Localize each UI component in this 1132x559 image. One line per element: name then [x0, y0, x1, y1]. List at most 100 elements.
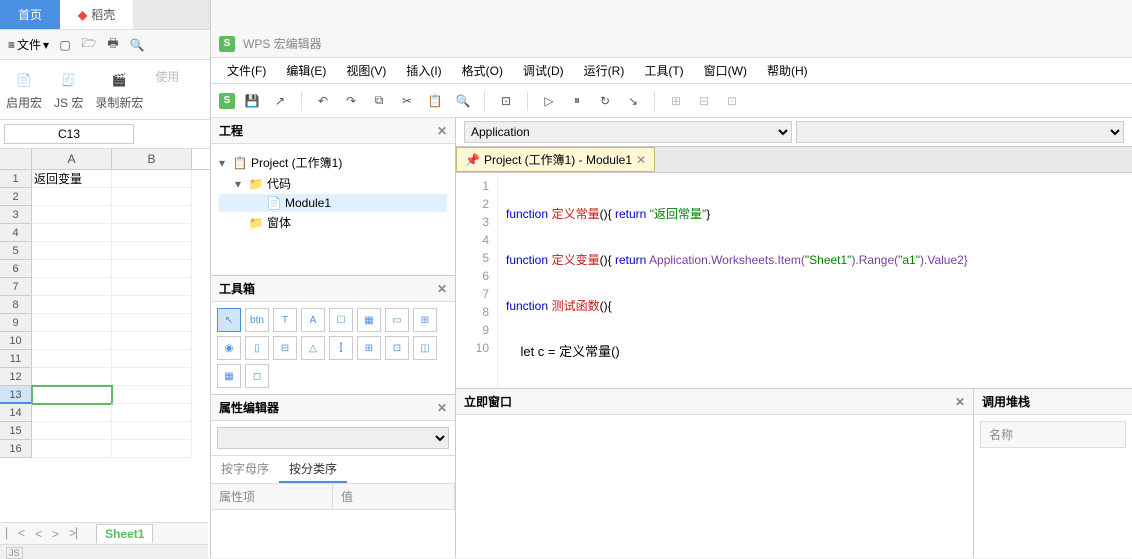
menu-run[interactable]: 运行(R): [576, 60, 633, 81]
paste-icon[interactable]: 📋: [424, 90, 446, 112]
find-icon[interactable]: 🔍: [452, 90, 474, 112]
toolbox-item[interactable]: ▦: [357, 308, 381, 332]
cell[interactable]: [32, 278, 112, 296]
cell[interactable]: [112, 368, 192, 386]
print-icon[interactable]: 🖶: [105, 37, 121, 53]
cell[interactable]: [32, 422, 112, 440]
tree-code-folder[interactable]: ▾ 📁 代码: [219, 173, 447, 194]
nav-last-icon[interactable]: >⎸: [67, 526, 90, 541]
toolbox-item[interactable]: ◻: [245, 364, 269, 388]
toolbox-close-icon[interactable]: ✕: [437, 282, 447, 296]
project-close-icon[interactable]: ✕: [437, 124, 447, 138]
js-macro-button[interactable]: 🧾 JS 宏: [54, 68, 83, 111]
prop-tab-alpha[interactable]: 按字母序: [211, 456, 279, 483]
cell[interactable]: [112, 422, 192, 440]
step-icon[interactable]: ↘: [622, 90, 644, 112]
cell[interactable]: [112, 260, 192, 278]
select-all-corner[interactable]: [0, 149, 32, 169]
cell[interactable]: [32, 386, 112, 404]
cell[interactable]: [112, 188, 192, 206]
cell[interactable]: [32, 440, 112, 458]
cell[interactable]: [32, 296, 112, 314]
cell[interactable]: [32, 260, 112, 278]
immediate-content[interactable]: [456, 415, 973, 558]
toolbox-item[interactable]: ▭: [385, 308, 409, 332]
use-button[interactable]: 使用: [155, 68, 179, 111]
toolbox-item[interactable]: ⊡: [385, 336, 409, 360]
toolbox-item[interactable]: ⊞: [357, 336, 381, 360]
cell[interactable]: 返回变量: [32, 170, 112, 188]
row-header[interactable]: 2: [0, 188, 32, 206]
code-lines[interactable]: function 定义常量(){ return "返回常量"} function…: [498, 173, 976, 388]
row-header[interactable]: 13: [0, 386, 32, 404]
enable-macro-button[interactable]: 📄 启用宏: [6, 68, 42, 111]
cell[interactable]: [112, 350, 192, 368]
cell[interactable]: [112, 386, 192, 404]
file-menu-button[interactable]: ≡ 文件 ▾: [8, 36, 49, 53]
cell-ref-input[interactable]: [4, 124, 134, 144]
cell[interactable]: [32, 404, 112, 422]
toolbox-item[interactable]: ⫿: [329, 336, 353, 360]
undo-icon[interactable]: ↶: [312, 90, 334, 112]
toolbox-item[interactable]: △: [301, 336, 325, 360]
docer-tab[interactable]: ◆ 稻壳: [60, 0, 133, 29]
cell[interactable]: [112, 170, 192, 188]
cell[interactable]: [32, 314, 112, 332]
row-header[interactable]: 5: [0, 242, 32, 260]
toolbox-item[interactable]: A: [301, 308, 325, 332]
row-header[interactable]: 14: [0, 404, 32, 422]
toolbox-item[interactable]: btn: [245, 308, 269, 332]
nav-first-icon[interactable]: ⎸<: [4, 526, 27, 541]
toolbox-item[interactable]: ☐: [329, 308, 353, 332]
toolbox-item[interactable]: ◉: [217, 336, 241, 360]
row-header[interactable]: 11: [0, 350, 32, 368]
tree-project-root[interactable]: ▾ 📋 Project (工作簿1): [219, 152, 447, 173]
preview-icon[interactable]: 🔍: [129, 37, 145, 53]
cell[interactable]: [112, 206, 192, 224]
code-editor[interactable]: 12345678910 function 定义常量(){ return "返回常…: [456, 173, 1132, 388]
row-header[interactable]: 6: [0, 260, 32, 278]
row-header[interactable]: 16: [0, 440, 32, 458]
cell[interactable]: [32, 332, 112, 350]
row-header[interactable]: 3: [0, 206, 32, 224]
cell[interactable]: [112, 314, 192, 332]
cell[interactable]: [32, 188, 112, 206]
row-header[interactable]: 4: [0, 224, 32, 242]
procedure-select[interactable]: [796, 121, 1124, 143]
layout1-icon[interactable]: ⊞: [665, 90, 687, 112]
export-icon[interactable]: ↗: [269, 90, 291, 112]
menu-insert[interactable]: 插入(I): [398, 60, 449, 81]
prop-tab-category[interactable]: 按分类序: [279, 456, 347, 483]
new-icon[interactable]: ▢: [57, 37, 73, 53]
cell[interactable]: [112, 224, 192, 242]
layout2-icon[interactable]: ⊟: [693, 90, 715, 112]
code-tab-close-icon[interactable]: ✕: [636, 153, 646, 167]
menu-tools[interactable]: 工具(T): [636, 60, 691, 81]
row-header[interactable]: 9: [0, 314, 32, 332]
spreadsheet-grid[interactable]: A B 1返回变量2345678910111213141516: [0, 149, 210, 458]
menu-help[interactable]: 帮助(H): [759, 60, 816, 81]
toolbox-item[interactable]: ▦: [217, 364, 241, 388]
menu-view[interactable]: 视图(V): [338, 60, 394, 81]
cell[interactable]: [112, 440, 192, 458]
object-select[interactable]: Application: [464, 121, 792, 143]
cell[interactable]: [32, 368, 112, 386]
layout3-icon[interactable]: ⊡: [721, 90, 743, 112]
prop-close-icon[interactable]: ✕: [437, 401, 447, 415]
row-header[interactable]: 8: [0, 296, 32, 314]
row-header[interactable]: 12: [0, 368, 32, 386]
cell[interactable]: [112, 278, 192, 296]
run-icon[interactable]: ▷: [538, 90, 560, 112]
menu-window[interactable]: 窗口(W): [696, 60, 755, 81]
tree-forms-folder[interactable]: ▾ 📁 窗体: [219, 212, 447, 233]
save-icon[interactable]: 💾: [241, 90, 263, 112]
nav-next-icon[interactable]: >: [50, 527, 61, 541]
sheet-tab[interactable]: Sheet1: [96, 524, 153, 543]
cell[interactable]: [32, 350, 112, 368]
menu-debug[interactable]: 调试(D): [515, 60, 572, 81]
toolbox-item[interactable]: ▯: [245, 336, 269, 360]
toolbox-item[interactable]: ↖: [217, 308, 241, 332]
toolbox-item[interactable]: ◫: [413, 336, 437, 360]
cell[interactable]: [112, 332, 192, 350]
copy-icon[interactable]: ⧉: [368, 90, 390, 112]
